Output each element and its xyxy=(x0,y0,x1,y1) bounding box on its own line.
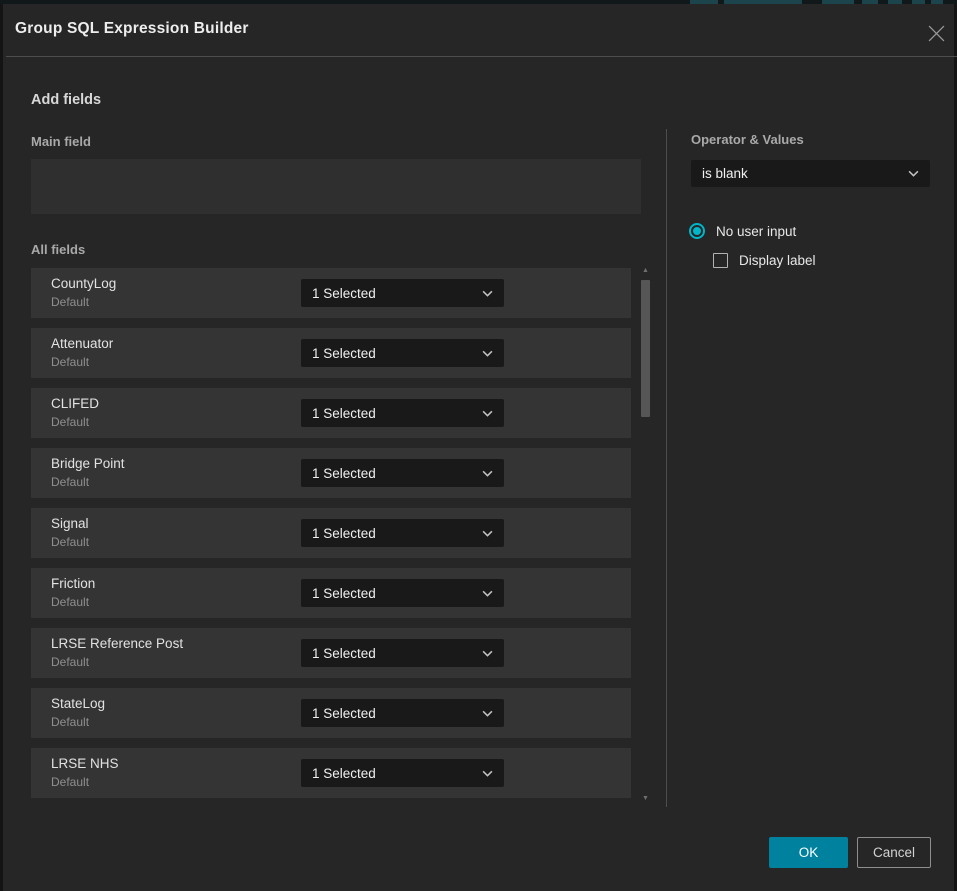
chevron-down-icon xyxy=(482,410,493,417)
field-row: LRSE Reference Post Default 1 Selected xyxy=(31,628,631,678)
field-name: Signal xyxy=(51,516,89,531)
header-divider xyxy=(6,56,957,57)
field-selected-value: 1 Selected xyxy=(312,466,376,481)
chevron-down-icon xyxy=(482,470,493,477)
ok-button[interactable]: OK xyxy=(769,837,848,868)
field-name: CountyLog xyxy=(51,276,116,291)
field-name: LRSE NHS xyxy=(51,756,119,771)
group-sql-expression-builder-dialog: Group SQL Expression Builder Add fields … xyxy=(3,4,954,891)
operator-values-label: Operator & Values xyxy=(691,132,804,147)
field-selected-dropdown[interactable]: 1 Selected xyxy=(301,339,504,367)
no-user-input-radio[interactable]: No user input xyxy=(689,223,796,239)
radio-icon xyxy=(689,223,705,239)
field-selected-dropdown[interactable]: 1 Selected xyxy=(301,519,504,547)
display-label-checkbox[interactable]: Display label xyxy=(713,253,816,268)
chevron-down-icon xyxy=(482,710,493,717)
all-fields-label: All fields xyxy=(31,242,85,257)
chevron-down-icon xyxy=(482,650,493,657)
field-selected-dropdown[interactable]: 1 Selected xyxy=(301,699,504,727)
field-selected-value: 1 Selected xyxy=(312,646,376,661)
field-row: StateLog Default 1 Selected xyxy=(31,688,631,738)
scrollbar-thumb[interactable] xyxy=(641,280,650,417)
scrollbar-down-arrow-icon[interactable]: ▼ xyxy=(641,796,650,802)
field-name: Friction xyxy=(51,576,95,591)
main-field-label: Main field xyxy=(31,134,91,149)
chevron-down-icon xyxy=(482,290,493,297)
close-icon xyxy=(928,25,945,42)
field-selected-dropdown[interactable]: 1 Selected xyxy=(301,399,504,427)
field-subtitle: Default xyxy=(51,715,89,729)
field-selected-value: 1 Selected xyxy=(312,766,376,781)
checkbox-icon xyxy=(713,253,728,268)
field-selected-dropdown[interactable]: 1 Selected xyxy=(301,639,504,667)
field-row: Signal Default 1 Selected xyxy=(31,508,631,558)
chevron-down-icon xyxy=(908,170,919,177)
field-row: Bridge Point Default 1 Selected xyxy=(31,448,631,498)
all-fields-list: CountyLog Default 1 Selected Attenuator … xyxy=(31,268,631,798)
panel-divider xyxy=(666,129,667,807)
cancel-button[interactable]: Cancel xyxy=(857,837,931,868)
field-selected-dropdown[interactable]: 1 Selected xyxy=(301,579,504,607)
field-row: CLIFED Default 1 Selected xyxy=(31,388,631,438)
close-button[interactable] xyxy=(924,21,948,45)
field-selected-value: 1 Selected xyxy=(312,346,376,361)
field-name: Bridge Point xyxy=(51,456,125,471)
operator-dropdown[interactable]: is blank xyxy=(691,160,930,187)
field-subtitle: Default xyxy=(51,415,89,429)
field-name: CLIFED xyxy=(51,396,99,411)
field-subtitle: Default xyxy=(51,775,89,789)
field-name: Attenuator xyxy=(51,336,113,351)
screen: Group SQL Expression Builder Add fields … xyxy=(0,0,957,891)
field-subtitle: Default xyxy=(51,475,89,489)
field-selected-value: 1 Selected xyxy=(312,406,376,421)
field-selected-value: 1 Selected xyxy=(312,526,376,541)
operator-value: is blank xyxy=(702,166,748,181)
field-row: Friction Default 1 Selected xyxy=(31,568,631,618)
field-selected-value: 1 Selected xyxy=(312,586,376,601)
field-subtitle: Default xyxy=(51,355,89,369)
field-selected-value: 1 Selected xyxy=(312,286,376,301)
chevron-down-icon xyxy=(482,590,493,597)
field-subtitle: Default xyxy=(51,535,89,549)
field-selected-dropdown[interactable]: 1 Selected xyxy=(301,459,504,487)
chevron-down-icon xyxy=(482,350,493,357)
field-subtitle: Default xyxy=(51,595,89,609)
main-field-container: CountyLog | Default From Date xyxy=(31,159,641,214)
field-name: LRSE Reference Post xyxy=(51,636,183,651)
field-selected-dropdown[interactable]: 1 Selected xyxy=(301,759,504,787)
add-fields-heading: Add fields xyxy=(31,92,101,108)
chevron-down-icon xyxy=(482,770,493,777)
radio-label: No user input xyxy=(716,224,796,239)
field-row: CountyLog Default 1 Selected xyxy=(31,268,631,318)
field-selected-value: 1 Selected xyxy=(312,706,376,721)
field-name: StateLog xyxy=(51,696,105,711)
field-subtitle: Default xyxy=(51,295,89,309)
dialog-title: Group SQL Expression Builder xyxy=(15,20,249,38)
list-scrollbar[interactable]: ▲ ▼ xyxy=(640,266,651,806)
checkbox-label: Display label xyxy=(739,253,816,268)
scrollbar-up-arrow-icon[interactable]: ▲ xyxy=(641,268,650,274)
field-row: LRSE NHS Default 1 Selected xyxy=(31,748,631,798)
field-row: Attenuator Default 1 Selected xyxy=(31,328,631,378)
chevron-down-icon xyxy=(482,530,493,537)
field-subtitle: Default xyxy=(51,655,89,669)
field-selected-dropdown[interactable]: 1 Selected xyxy=(301,279,504,307)
